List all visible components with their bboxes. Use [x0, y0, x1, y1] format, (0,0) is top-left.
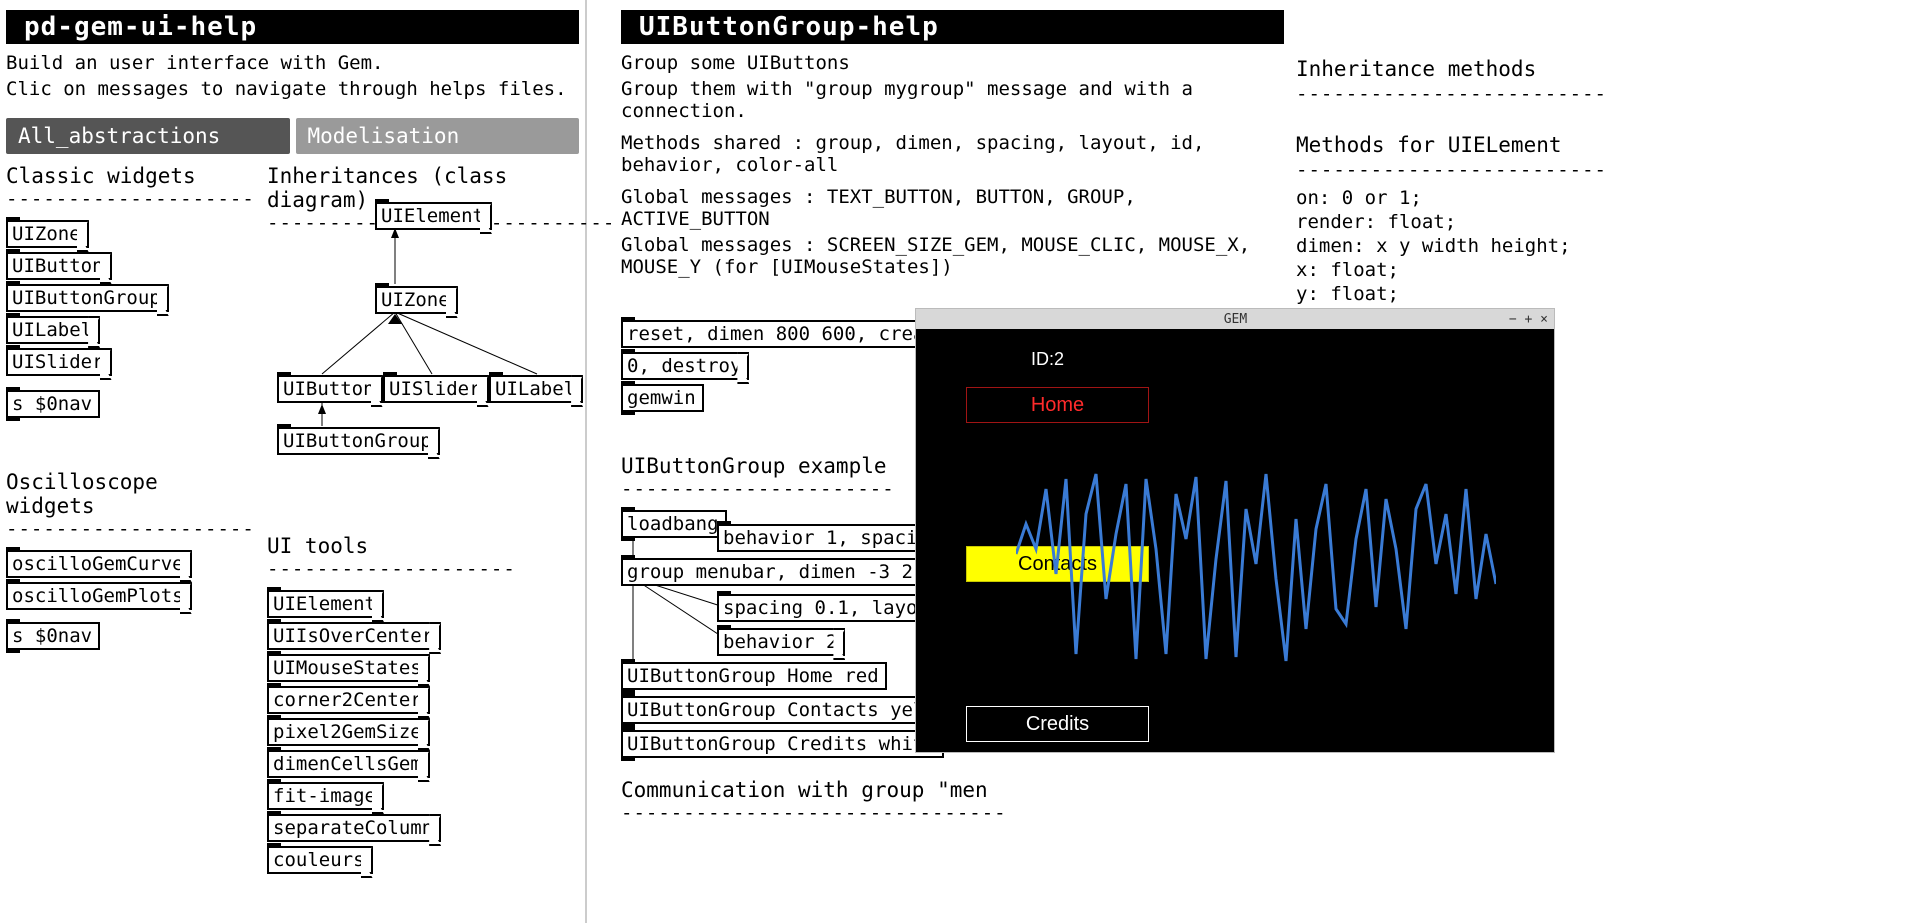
- msg-spacing[interactable]: spacing 0.1, layou: [717, 594, 937, 622]
- msg-tool-uimousestates[interactable]: UIMouseStates: [267, 654, 430, 682]
- ui-tools-list: UIElement UIIsOverCenter UIMouseStates c…: [267, 588, 615, 876]
- msg-oscillogemplots[interactable]: oscilloGemPlots: [6, 582, 192, 610]
- heading-communication: Communication with group "men: [621, 778, 1284, 802]
- gem-window-title: GEM: [962, 312, 1509, 327]
- msg-uilabel[interactable]: UILabel: [6, 316, 100, 344]
- diagram-uizone[interactable]: UIZone: [375, 286, 458, 314]
- heading-oscilloscope: Oscilloscope widgets: [6, 470, 251, 518]
- dashline: --------------------: [6, 188, 251, 210]
- diagram-uielement[interactable]: UIElement: [375, 202, 492, 230]
- msg-tool-fit-image[interactable]: fit-image: [267, 782, 384, 810]
- msg-tool-dimencellsgem[interactable]: dimenCellsGem: [267, 750, 430, 778]
- desc-line-5: Global messages : SCREEN_SIZE_GEM, MOUSE…: [621, 234, 1284, 278]
- msg-uibuttongroup[interactable]: UIButtonGroup: [6, 284, 169, 312]
- msg-tool-pixel2gemsize[interactable]: pixel2GemSize: [267, 718, 430, 746]
- dashline: -------------------------: [1296, 159, 1904, 181]
- window-max-icon[interactable]: +: [1525, 312, 1533, 327]
- desc-line-4: Global messages : TEXT_BUTTON, BUTTON, G…: [621, 186, 1284, 230]
- gem-window-content: ID:2 Home Contacts Credits: [916, 329, 1554, 752]
- method-y: y: float;: [1296, 283, 1904, 305]
- tab-modelisation[interactable]: Modelisation: [296, 118, 580, 154]
- diagram-uislider[interactable]: UISlider: [383, 375, 489, 403]
- desc-line-3: Methods shared : group, dimen, spacing, …: [621, 132, 1284, 176]
- intro-line-2: Clic on messages to navigate through hel…: [6, 78, 579, 100]
- msg-behavior-2[interactable]: behavior 2: [717, 628, 845, 656]
- gem-oscilloscope: [1016, 469, 1496, 669]
- gem-window: GEM − + × ID:2 Home Contacts Credits: [915, 308, 1555, 753]
- diagram-uilabel[interactable]: UILabel: [489, 375, 583, 403]
- intro-line-1: Build an user interface with Gem.: [6, 52, 579, 74]
- msg-tool-uiisovercenter[interactable]: UIIsOverCenter: [267, 622, 441, 650]
- panel-pd-gem-ui-help: pd-gem-ui-help Build an user interface w…: [0, 0, 585, 923]
- obj-bg-contacts[interactable]: UIButtonGroup Contacts yello: [621, 696, 955, 724]
- obj-loadbang[interactable]: loadbang: [621, 510, 727, 538]
- gem-window-chrome[interactable]: GEM − + ×: [916, 309, 1554, 329]
- method-render: render: float;: [1296, 211, 1904, 233]
- msg-tool-couleurs[interactable]: couleurs: [267, 846, 373, 874]
- dashline: -------------------------------: [621, 802, 1284, 824]
- diagram-uibutton[interactable]: UIButton: [277, 375, 383, 403]
- tab-all-abstractions[interactable]: All_abstractions: [6, 118, 290, 154]
- gem-button-home[interactable]: Home: [966, 387, 1149, 423]
- method-on: on: 0 or 1;: [1296, 187, 1904, 209]
- gem-id-label: ID:2: [1031, 349, 1064, 370]
- msg-group-menubar[interactable]: group menubar, dimen -3 2.8: [621, 558, 944, 586]
- window-close-icon[interactable]: ×: [1540, 312, 1548, 327]
- msg-tool-separatecolumn[interactable]: separateColumn: [267, 814, 441, 842]
- heading-classic-widgets: Classic widgets: [6, 164, 251, 188]
- desc-line-1: Group some UIButtons: [621, 52, 1284, 74]
- window-min-icon[interactable]: −: [1509, 312, 1517, 327]
- msg-oscillogemcurve[interactable]: oscilloGemCurve: [6, 550, 192, 578]
- gem-window-controls: − + ×: [1509, 312, 1548, 327]
- msg-uibutton[interactable]: UIButton: [6, 252, 112, 280]
- msg-gemwin-destroy[interactable]: 0, destroy: [621, 352, 749, 380]
- obj-bg-home[interactable]: UIButtonGroup Home red: [621, 662, 887, 690]
- msg-uizone[interactable]: UIZone: [6, 220, 89, 248]
- msg-uislider[interactable]: UISlider: [6, 348, 112, 376]
- titlebar-left: pd-gem-ui-help: [6, 10, 579, 44]
- desc-line-2: Group them with "group mygroup" message …: [621, 78, 1284, 122]
- obj-send-nav-2[interactable]: s $0nav: [6, 622, 100, 650]
- obj-send-nav-1[interactable]: s $0nav: [6, 390, 100, 418]
- dashline: --------------------: [267, 558, 615, 580]
- dashline: -------------------------: [1296, 83, 1904, 105]
- heading-ui-tools: UI tools: [267, 534, 615, 558]
- msg-tool-uielement[interactable]: UIElement: [267, 590, 384, 618]
- diagram-uibuttongroup[interactable]: UIButtonGroup: [277, 427, 440, 455]
- oscilloscope-list: oscilloGemCurve oscilloGemPlots s $0nav: [6, 548, 251, 652]
- msg-tool-corner2center[interactable]: corner2Center: [267, 686, 430, 714]
- heading-inheritance-methods: Inheritance methods: [1296, 57, 1904, 81]
- heading-methods-uielement: Methods for UIELement: [1296, 133, 1904, 157]
- method-dimen: dimen: x y width height;: [1296, 235, 1904, 257]
- method-x: x: float;: [1296, 259, 1904, 281]
- classic-widgets-list: UIZone UIButton UIButtonGroup UILabel UI…: [6, 218, 251, 420]
- obj-gemwin[interactable]: gemwin: [621, 384, 704, 412]
- gem-button-credits[interactable]: Credits: [966, 706, 1149, 742]
- titlebar-mid: UIButtonGroup-help: [621, 10, 1284, 44]
- msg-behavior-1[interactable]: behavior 1, spacing: [717, 524, 948, 552]
- obj-bg-credits[interactable]: UIButtonGroup Credits white: [621, 730, 944, 758]
- dashline: --------------------: [6, 518, 251, 540]
